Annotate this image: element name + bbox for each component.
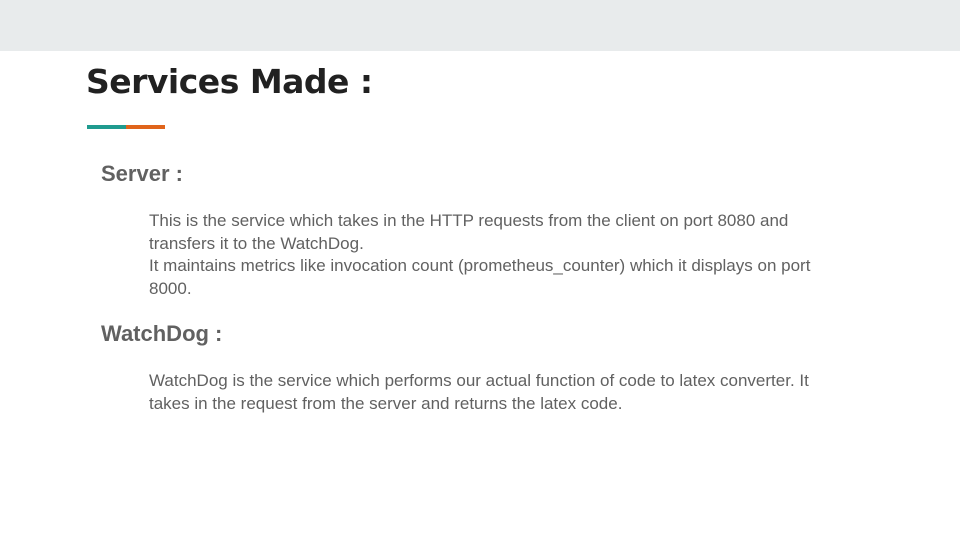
server-paragraph-1: This is the service which takes in the H… bbox=[149, 211, 789, 253]
section-heading-watchdog: WatchDog : bbox=[101, 321, 223, 346]
title-accent-teal bbox=[87, 125, 126, 129]
section-body-watchdog: WatchDog is the service which performs o… bbox=[149, 370, 849, 415]
title-accent-orange bbox=[126, 125, 165, 129]
top-band bbox=[0, 0, 960, 51]
slide-title: Services Made : bbox=[86, 62, 373, 101]
slide: Services Made : Server : This is the ser… bbox=[0, 0, 960, 540]
watchdog-paragraph-1: WatchDog is the service which performs o… bbox=[149, 371, 809, 413]
server-paragraph-2: It maintains metrics like invocation cou… bbox=[149, 256, 811, 298]
section-body-server: This is the service which takes in the H… bbox=[149, 210, 849, 300]
section-heading-server: Server : bbox=[101, 161, 183, 186]
